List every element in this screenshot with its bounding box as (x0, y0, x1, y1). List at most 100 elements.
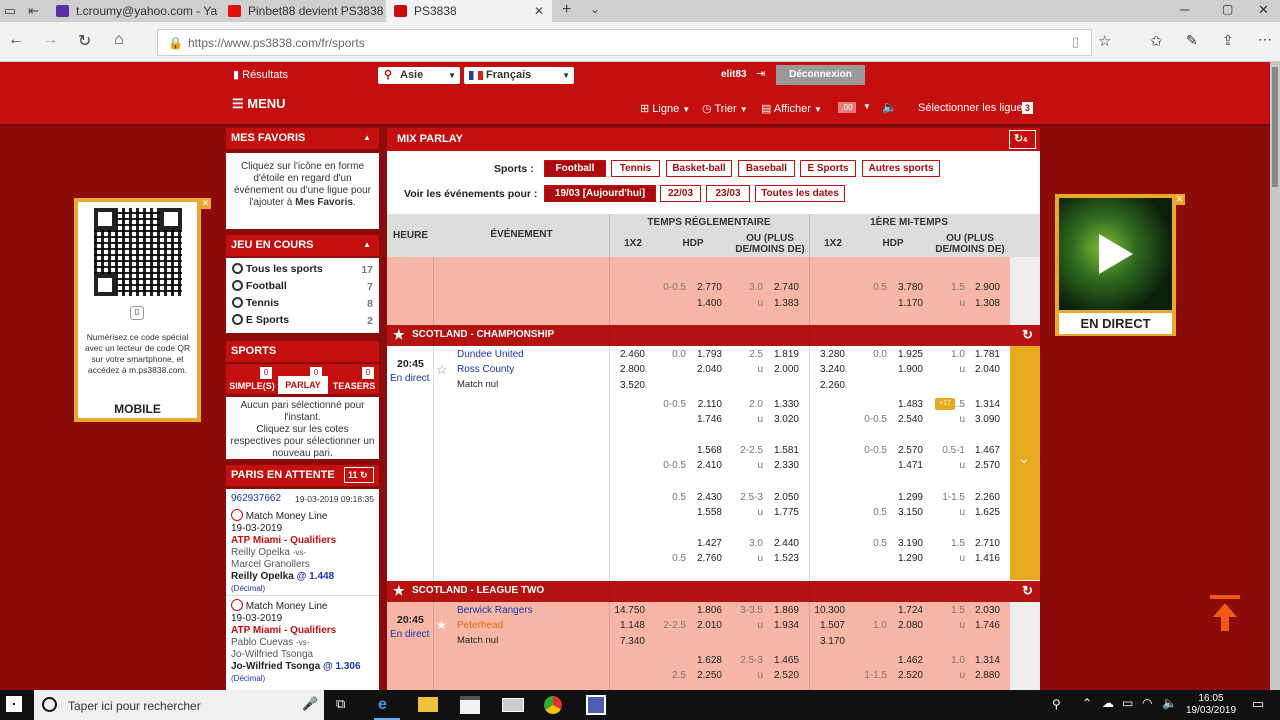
favoris-header[interactable]: MES FAVORIS ▲ (226, 128, 379, 149)
tab-pinbet[interactable]: Pinbet88 devient PS3838 | F (220, 0, 385, 22)
date-filter-today[interactable]: 19/03 [Aujourd'hui] (544, 185, 656, 202)
microphone-icon[interactable]: 🎤 (302, 696, 318, 712)
chevron-up-icon[interactable]: ⌃ (1082, 696, 1092, 710)
odds-cell[interactable]: 3.520 (595, 380, 645, 391)
odds-cell[interactable]: 2.260 (950, 492, 1000, 503)
new-tab-icon[interactable]: + (562, 1, 571, 19)
odds-cell[interactable]: 1.781 (950, 349, 1000, 360)
odds-cell[interactable]: 1.465 (749, 655, 799, 666)
odds-cell[interactable]: 1.819 (749, 349, 799, 360)
language-select[interactable]: Français ▼ (464, 67, 574, 84)
odds-cell[interactable]: 2.330 (749, 460, 799, 471)
share-icon[interactable]: ⇪ (1222, 32, 1234, 49)
favorite-star-icon[interactable]: ☆ (1098, 32, 1111, 50)
live-video-thumbnail[interactable] (1059, 198, 1172, 310)
scroll-top-icon[interactable] (1210, 595, 1240, 633)
odds-cell[interactable]: 2.050 (749, 492, 799, 503)
store-icon[interactable] (460, 696, 480, 714)
close-icon[interactable]: ✕ (200, 198, 211, 209)
date-filter-all[interactable]: Toutes les dates (755, 185, 845, 202)
odds-cell[interactable]: 1.869 (749, 605, 799, 616)
select-leagues-link[interactable]: Sélectionner les ligues (918, 102, 1028, 114)
wifi-icon[interactable]: ◠ (1142, 696, 1152, 710)
chrome-icon[interactable] (544, 696, 562, 714)
pen-icon[interactable]: ✎ (1186, 32, 1198, 49)
logout-arrow-icon[interactable]: ⇥ (756, 67, 765, 80)
people-icon[interactable]: ⚲ (1052, 697, 1061, 711)
sport-filter-other[interactable]: Autres sports (862, 160, 940, 177)
league-header-championship[interactable]: ★ SCOTLAND - CHAMPIONSHIP ↻ (387, 325, 1040, 346)
odds-cell[interactable]: 3.170 (795, 636, 845, 647)
attente-refresh[interactable]: 11 ↻ (344, 467, 374, 483)
clock[interactable]: 16:05 19/03/2019 (1186, 693, 1236, 717)
odds-cell[interactable]: 1.934 (749, 620, 799, 631)
odds-cell[interactable]: 2.260 (795, 380, 845, 391)
odds-cell[interactable]: 2.880 (950, 670, 1000, 681)
date-filter-22[interactable]: 22/03 (660, 185, 701, 202)
odds-cell[interactable]: 1.308 (950, 298, 1000, 309)
refresh-icon[interactable]: ↻ (1022, 581, 1033, 601)
odds-cell[interactable]: 2.030 (950, 605, 1000, 616)
star-icon[interactable]: ★ (393, 581, 405, 601)
refresh-icon[interactable]: ↻ (78, 31, 91, 51)
volume-icon[interactable]: 🔈 (1162, 696, 1177, 710)
chevron-down-icon[interactable]: ⌄ (1018, 450, 1030, 467)
sound-icon[interactable]: 🔈 (882, 100, 897, 114)
odds-cell[interactable]: 7.340 (595, 636, 645, 647)
odds-cell[interactable]: 2.740 (749, 282, 799, 293)
en-cours-item[interactable]: Tous les sports 17 (232, 263, 373, 277)
network-icon[interactable]: ▭ (1122, 696, 1133, 710)
en-cours-item[interactable]: Tennis 8 (232, 297, 373, 311)
tab-actions-icon[interactable]: ▭ (4, 3, 16, 19)
odds-cell[interactable]: 1.416 (950, 553, 1000, 564)
afficher-dropdown[interactable]: ▤ Afficher ▼ (761, 102, 822, 115)
tab-yahoo[interactable]: t.croumy@yahoo.com - Yah (48, 0, 218, 22)
tab-teasers[interactable]: TEASERS (330, 378, 378, 394)
mail-icon[interactable] (502, 698, 524, 712)
odds-cell[interactable]: 3.090 (950, 414, 1000, 425)
sport-filter-tennis[interactable]: Tennis (611, 160, 660, 177)
sport-filter-football[interactable]: Football (544, 160, 606, 177)
odds-cell[interactable]: 2.710 (950, 538, 1000, 549)
chevron-down-icon[interactable]: ▼ (863, 102, 871, 111)
odds-cell[interactable]: 14.750 (595, 605, 645, 616)
scrollbar-thumb[interactable] (1272, 67, 1278, 187)
sport-filter-basketball[interactable]: Basket-ball (666, 160, 732, 177)
odds-cell[interactable]: 1.467 (950, 445, 1000, 456)
more-markets-badge[interactable]: +17 (935, 398, 955, 410)
url-field[interactable]: 🔒 https://www.ps3838.com/fr/sports (157, 29, 1092, 56)
odds-cell[interactable]: 2.000 (749, 364, 799, 375)
odds-cell[interactable]: 3.240 (795, 364, 845, 375)
odds-cell[interactable]: 2.800 (595, 364, 645, 375)
odds-cell[interactable]: 10.300 (795, 605, 845, 616)
resultats-link[interactable]: ▮ Résultats (233, 68, 288, 81)
more-icon[interactable]: ⋯ (1258, 31, 1272, 48)
odds-cell[interactable]: 1.746 (950, 620, 1000, 631)
bet-id-link[interactable]: 962937662 (231, 493, 281, 504)
odds-cell[interactable]: 2.570 (950, 460, 1000, 471)
odds-cell[interactable]: 1.314 (950, 399, 1000, 410)
refresh-icon[interactable]: ↻ (1022, 325, 1033, 345)
ligne-dropdown[interactable]: ⊞ Ligne ▼ (640, 102, 690, 115)
en-cours-item[interactable]: E Sports 2 (232, 314, 373, 328)
notifications-icon[interactable]: ▭ (1252, 696, 1264, 712)
trier-dropdown[interactable]: ◷ Trier ▼ (702, 102, 748, 115)
star-icon[interactable]: ★ (393, 325, 405, 345)
odds-cell[interactable]: 1.775 (749, 507, 799, 518)
logout-button[interactable]: Déconnexion (776, 65, 865, 85)
maximize-icon[interactable]: ▢ (1222, 2, 1233, 16)
close-tab-icon[interactable]: ✕ (534, 0, 544, 22)
menu-button[interactable]: ☰ MENU (232, 96, 286, 112)
tab-ps3838[interactable]: PS3838 ✕ (386, 0, 552, 22)
reading-view-icon[interactable]: ▯ (1072, 34, 1079, 50)
en-cours-header[interactable]: JEU EN COURS ▲ (226, 235, 379, 256)
forward-arrow-icon[interactable]: → (42, 31, 58, 49)
back-tabs-icon[interactable]: ⇤ (28, 3, 39, 19)
en-cours-item[interactable]: Football 7 (232, 280, 373, 294)
odds-cell[interactable]: 1.523 (749, 553, 799, 564)
windows-start-icon[interactable] (6, 696, 22, 712)
home-icon[interactable]: ⌂ (114, 31, 124, 49)
odds-cell[interactable]: 1.383 (749, 298, 799, 309)
odds-format-badge[interactable]: .00 (838, 102, 856, 113)
main-refresh[interactable]: ↻4 (1009, 130, 1036, 149)
